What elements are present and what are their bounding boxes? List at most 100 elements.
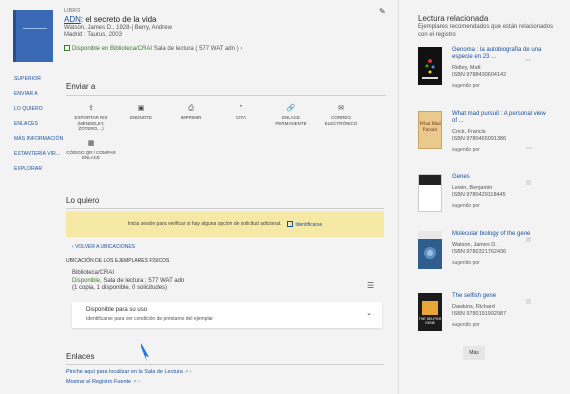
login-icon bbox=[287, 220, 294, 227]
external-link-icon: ↗ › bbox=[132, 379, 140, 385]
column-divider bbox=[398, 0, 399, 394]
nav-enlaces[interactable]: ENLACES bbox=[14, 121, 64, 127]
login-link[interactable]: Identificarse bbox=[287, 220, 323, 228]
related-info: Genes Lewin, Benjamin ISBN 9780429118445… bbox=[452, 174, 552, 210]
related-title[interactable]: Genes bbox=[452, 174, 552, 181]
chevron-right-icon: › bbox=[240, 46, 243, 52]
related-suggested: sugerido por bbox=[452, 260, 480, 266]
related-isbn: ISBN 9780321762436 bbox=[452, 249, 507, 255]
holding-status-line: Disponible, Sala de lectura ; 577 WAT ad… bbox=[72, 278, 184, 286]
source-record-link[interactable]: Mostrar el Registro Fuente ↗ › bbox=[66, 379, 140, 385]
related-author: Dawkins, Richard bbox=[452, 304, 495, 310]
record-publisher: Madrid : Taurus, 2003 bbox=[64, 32, 122, 38]
send-section: Enviar a ⇪ EXPORTAR RIS (MENDELEY, ZOTERO… bbox=[66, 82, 386, 161]
related-suggested: sugerido por bbox=[452, 322, 480, 328]
mouse-pointer-icon bbox=[141, 343, 149, 362]
email-icon: ✉ bbox=[338, 105, 344, 112]
related-cover[interactable] bbox=[418, 47, 442, 85]
pin-icon[interactable]: ✎ bbox=[379, 7, 386, 16]
related-title[interactable]: What mad pursuit : A personal view of ..… bbox=[452, 111, 552, 125]
send-heading: Enviar a bbox=[66, 82, 96, 91]
send-endnote[interactable]: ▣ ENDNOTE bbox=[116, 105, 166, 132]
related-author: Lewin, Benjamin bbox=[452, 185, 493, 191]
login-label: Identificarse bbox=[295, 221, 323, 228]
nav-explorar[interactable]: EXPLORAR bbox=[14, 166, 64, 172]
filter-icon[interactable]: ☰ bbox=[367, 281, 374, 290]
back-to-locations[interactable]: ‹ VOLVER A UBICACIONES bbox=[72, 244, 135, 250]
holding-copies: (1 copia, 1 disponible, 0 solicitudes) bbox=[72, 285, 168, 291]
related-isbn: ISBN 9788430604142 bbox=[452, 72, 507, 78]
related-cover[interactable] bbox=[418, 231, 442, 269]
send-cite[interactable]: ” CITA bbox=[216, 105, 266, 132]
nav-mas-informacion[interactable]: MÁS INFORMACIÓN bbox=[14, 136, 64, 142]
nav-superior[interactable]: SUPERIOR bbox=[14, 76, 64, 82]
reading-room-link-label: Pinche aquí para localizar en la Sala de… bbox=[66, 369, 183, 375]
send-export-label: EXPORTAR RIS (MENDELEY, ZOTERO,...) bbox=[74, 115, 108, 131]
more-options-icon[interactable]: ⋯ bbox=[526, 145, 532, 152]
record-type: LIBRO bbox=[64, 8, 81, 14]
related-title[interactable]: The selfish gene bbox=[452, 293, 552, 300]
quiero-divider bbox=[66, 208, 384, 209]
related-suggested: sugerido por bbox=[452, 147, 480, 153]
related-author: Watson, James D. bbox=[452, 242, 497, 248]
nav-lo-quiero[interactable]: LO QUIERO bbox=[14, 106, 64, 112]
links-heading: Enlaces bbox=[66, 352, 95, 361]
item-card-subtitle: Identificarse para ver condición de prés… bbox=[86, 316, 214, 322]
item-card[interactable]: Disponible para su uso Identificarse par… bbox=[72, 302, 382, 328]
checkbox-icon[interactable] bbox=[526, 237, 531, 242]
left-nav: SUPERIOR ENVIAR A LO QUIERO ENLACES MÁS … bbox=[14, 76, 64, 181]
holding-location-text: , Sala de lectura ; 577 WAT adn bbox=[100, 277, 185, 284]
related-heading: Lectura relacionada bbox=[418, 14, 489, 23]
related-author: Crick, Francis bbox=[452, 129, 486, 135]
nav-estanteria[interactable]: ESTANTERÍA VIR... bbox=[14, 151, 64, 157]
related-title[interactable]: Genoma : la autobiografía de una especie… bbox=[452, 47, 552, 61]
send-print[interactable]: ⎙ IMPRIMIR bbox=[166, 105, 216, 132]
holding-status: Disponible bbox=[72, 277, 101, 284]
send-qr[interactable]: ▦ CÓDIGO QR / COMPAR ENLACE bbox=[66, 140, 116, 161]
record-title-link[interactable]: ADN bbox=[64, 15, 81, 24]
related-cover[interactable] bbox=[418, 174, 442, 212]
chevron-down-icon[interactable]: ⌄ bbox=[366, 309, 372, 317]
qr-code-icon: ▦ bbox=[87, 139, 95, 147]
send-export-ris[interactable]: ⇪ EXPORTAR RIS (MENDELEY, ZOTERO,...) bbox=[66, 105, 116, 132]
send-permalink-label: ENLACE PERMANENTE bbox=[275, 115, 307, 126]
availability-location: Sala de lectura ( 577 WAT adn ) bbox=[153, 46, 239, 52]
related-subheading: Ejemplares recomendados que están relaci… bbox=[418, 24, 554, 38]
holding-library: Biblioteca/CRAI bbox=[72, 270, 115, 276]
related-info: The selfish gene Dawkins, Richard ISBN 9… bbox=[452, 293, 552, 329]
nav-enviar[interactable]: ENVIAR A bbox=[14, 91, 64, 97]
holding-location: Biblioteca/CRAI Disponible, Sala de lect… bbox=[72, 270, 184, 293]
availability-status: Disponible en Biblioteca/CRAI bbox=[72, 46, 153, 52]
related-isbn: ISBN 9780429118445 bbox=[452, 192, 506, 198]
external-link-icon: ↗ › bbox=[184, 369, 192, 375]
availability-line[interactable]: Disponible en Biblioteca/CRAI Sala de le… bbox=[64, 45, 364, 52]
reading-room-link[interactable]: Pinche aquí para localizar en la Sala de… bbox=[66, 369, 192, 375]
more-options-icon[interactable]: ⋯ bbox=[525, 57, 531, 64]
send-qr-label: CÓDIGO QR / COMPAR ENLACE bbox=[66, 149, 116, 161]
book-cover-thumbnail[interactable] bbox=[13, 10, 53, 62]
links-divider bbox=[66, 364, 384, 365]
checkbox-icon[interactable] bbox=[526, 299, 531, 304]
holdings-heading: UBICACIÓN DE LOS EJEMPLARES FÍSICOS bbox=[66, 258, 170, 264]
checkbox-icon[interactable] bbox=[526, 180, 531, 185]
back-label: VOLVER A UBICACIONES bbox=[75, 244, 135, 250]
send-print-label: IMPRIMIR bbox=[180, 115, 202, 120]
send-divider bbox=[66, 95, 386, 96]
print-icon: ⎙ bbox=[188, 105, 194, 112]
related-cover[interactable]: THE SELFISH GENE bbox=[418, 293, 442, 331]
endnote-icon: ▣ bbox=[137, 105, 145, 112]
item-card-title: Disponible para su uso bbox=[86, 307, 148, 313]
record-title[interactable]: ADN: el secreto de la vida bbox=[64, 15, 364, 24]
send-endnote-label: ENDNOTE bbox=[129, 115, 152, 120]
record-authors[interactable]: Watson, James D., 1928-| Berry, Andrew bbox=[64, 25, 364, 31]
related-cover[interactable]: What Mad Pursuit bbox=[418, 111, 442, 149]
source-record-link-label: Mostrar el Registro Fuente bbox=[66, 379, 132, 385]
related-title[interactable]: Molecular biology of the gene bbox=[452, 231, 552, 238]
send-permalink[interactable]: 🔗 ENLACE PERMANENTE bbox=[266, 105, 316, 132]
more-button[interactable]: Más bbox=[463, 346, 485, 360]
send-cite-label: CITA bbox=[236, 115, 246, 120]
related-info: What mad pursuit : A personal view of ..… bbox=[452, 111, 552, 154]
send-email[interactable]: ✉ CORREO ELECTRÓNICO bbox=[316, 105, 366, 132]
related-isbn: ISBN 9780191902987 bbox=[452, 311, 507, 317]
send-email-label: CORREO ELECTRÓNICO bbox=[324, 115, 358, 126]
